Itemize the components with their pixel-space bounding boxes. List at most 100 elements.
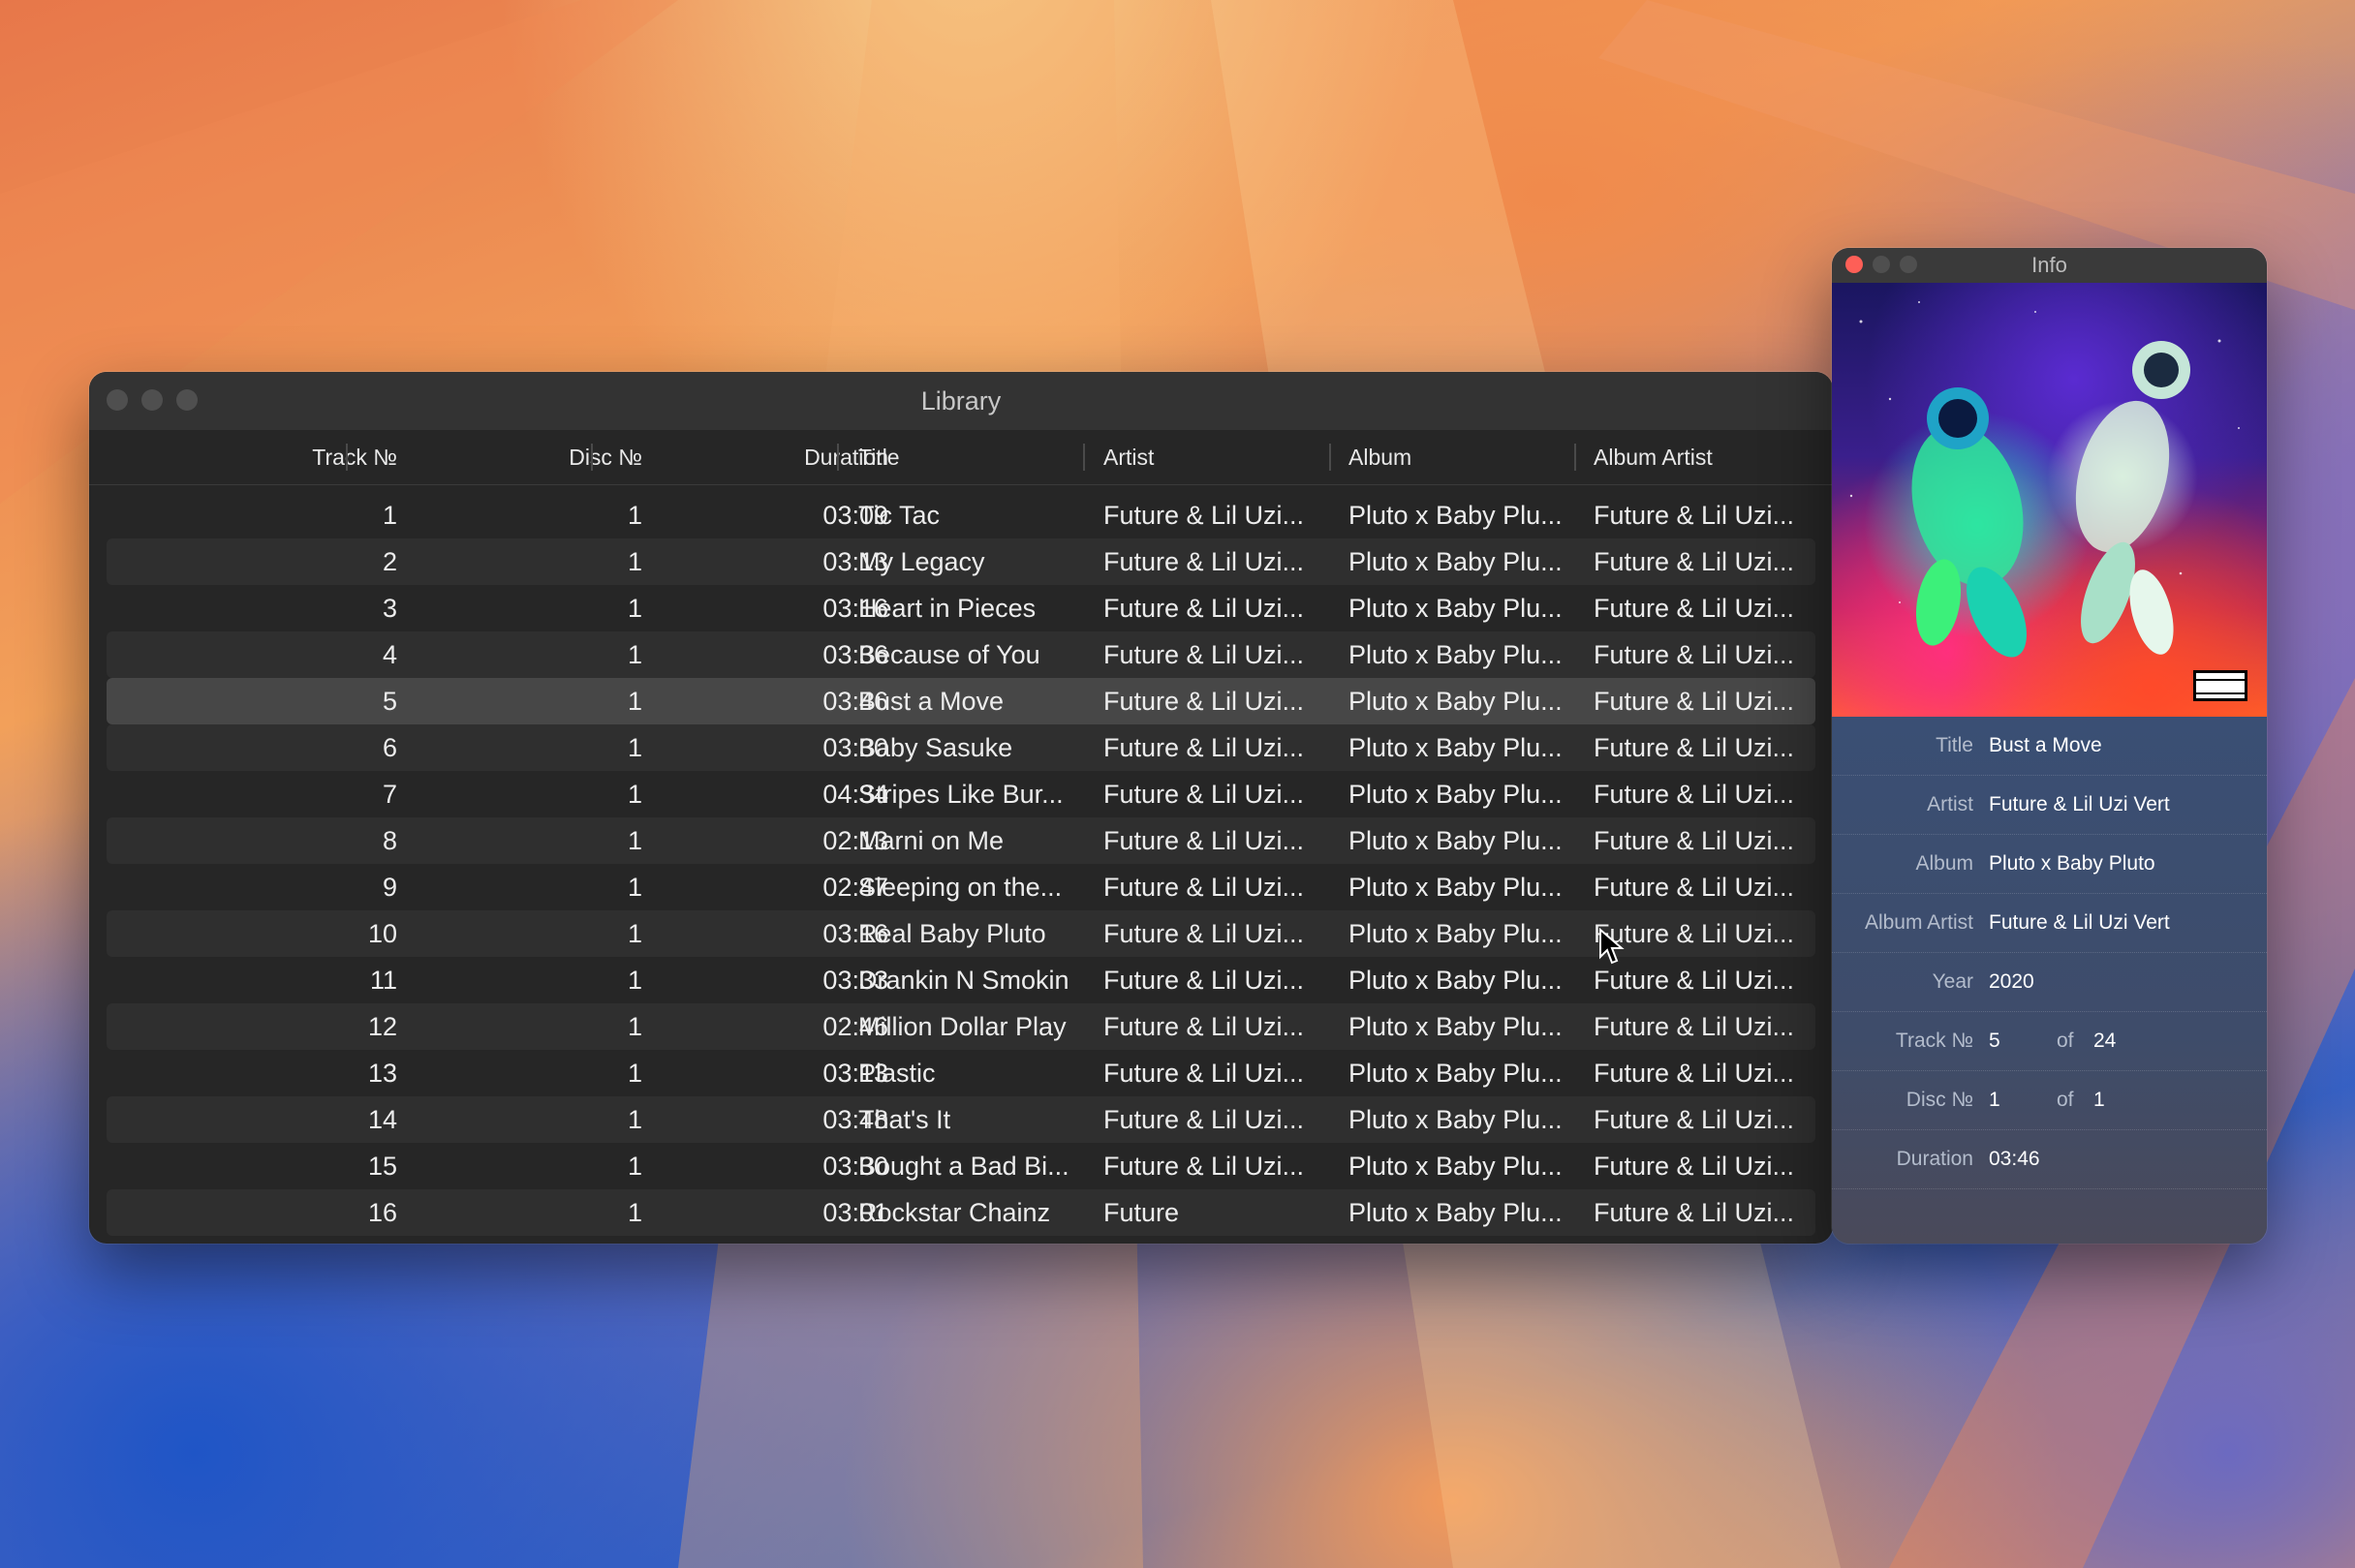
cell-album: Pluto x Baby Plu... [1348, 1105, 1563, 1134]
close-button[interactable] [107, 389, 128, 411]
cell-track: 12 [367, 1012, 397, 1041]
cell-album: Pluto x Baby Plu... [1348, 547, 1563, 576]
cell-track: 7 [382, 780, 397, 809]
table-row[interactable]: 7 1 04:34 Stripes Like Bur... Future & Lil U… [107, 771, 1815, 817]
album-artwork [1832, 283, 2267, 717]
cell-title: Because of You [858, 640, 1040, 669]
cell-album: Pluto x Baby Plu... [1348, 1198, 1563, 1227]
zoom-button[interactable] [1900, 256, 1917, 273]
cell-album-artist: Future & Lil Uzi... [1594, 780, 1795, 809]
library-titlebar[interactable]: Library [89, 372, 1833, 430]
info-field-value[interactable]: Future & Lil Uzi Vert [1989, 776, 2170, 834]
cell-disc: 1 [627, 919, 642, 948]
column-header-title[interactable]: Title [858, 430, 900, 484]
column-header-disc[interactable]: Disc № [569, 430, 642, 484]
cell-track: 9 [382, 873, 397, 902]
cell-disc: 1 [627, 1105, 642, 1134]
cell-track: 3 [382, 594, 397, 623]
cell-title: Heart in Pieces [858, 594, 1037, 623]
cell-track: 2 [382, 547, 397, 576]
column-divider[interactable] [1574, 444, 1576, 471]
cell-album: Pluto x Baby Plu... [1348, 501, 1563, 530]
column-header-album[interactable]: Album [1348, 430, 1411, 484]
column-divider[interactable] [591, 444, 593, 471]
cell-album: Pluto x Baby Plu... [1348, 919, 1563, 948]
info-field-row: Year 2020 [1832, 953, 2267, 1012]
info-field-row: Title Bust a Move [1832, 717, 2267, 776]
table-row[interactable]: 1 1 03:09 Tic Tac Future & Lil Uzi... Pluto x… [107, 492, 1815, 538]
info-field-label: Duration [1896, 1148, 1973, 1170]
info-field-value[interactable]: 5 [1989, 1012, 2000, 1070]
table-row[interactable]: 2 1 03:13 My Legacy Future & Lil Uzi... Pluto… [107, 538, 1815, 585]
cell-album: Pluto x Baby Plu... [1348, 780, 1563, 809]
cell-artist: Future & Lil Uzi... [1103, 733, 1305, 762]
info-field-value[interactable]: 2020 [1989, 953, 2034, 1011]
cell-artist: Future & Lil Uzi... [1103, 966, 1305, 995]
table-row[interactable]: 11 1 03:33 Drankin N Smokin Future & Lil Uzi… [107, 957, 1815, 1003]
cell-track: 1 [382, 501, 397, 530]
cell-album-artist: Future & Lil Uzi... [1594, 547, 1795, 576]
cell-album-artist: Future & Lil Uzi... [1594, 733, 1795, 762]
cell-disc: 1 [627, 1012, 642, 1041]
column-divider[interactable] [346, 444, 348, 471]
info-field-row: Album Artist Future & Lil Uzi Vert [1832, 894, 2267, 953]
table-row[interactable]: 4 1 03:36 Because of You Future & Lil Uzi...… [107, 631, 1815, 678]
info-field-row: Artist Future & Lil Uzi Vert [1832, 776, 2267, 835]
info-field-value[interactable]: 1 [1989, 1071, 2000, 1129]
cell-album-artist: Future & Lil Uzi... [1594, 594, 1795, 623]
minimize-button[interactable] [141, 389, 163, 411]
cell-artist: Future & Lil Uzi... [1103, 1059, 1305, 1088]
cell-disc: 1 [627, 1059, 642, 1088]
column-divider[interactable] [837, 444, 839, 471]
table-row[interactable]: 12 1 02:46 Million Dollar Play Future & Lil … [107, 1003, 1815, 1050]
cell-artist: Future [1103, 1198, 1180, 1227]
cell-album: Pluto x Baby Plu... [1348, 826, 1563, 855]
cell-disc: 1 [627, 640, 642, 669]
table-row[interactable]: 14 1 03:48 That's It Future & Lil Uzi... Plut… [107, 1096, 1815, 1143]
table-row[interactable]: 15 1 03:30 Bought a Bad Bi... Future & Lil U… [107, 1143, 1815, 1189]
info-field-value[interactable]: Bust a Move [1989, 717, 2102, 775]
cell-title: Plastic [858, 1059, 936, 1088]
cell-title: Bust a Move [858, 687, 1005, 716]
zoom-button[interactable] [176, 389, 198, 411]
info-field-label: Year [1932, 970, 1973, 993]
table-row[interactable]: 9 1 02:47 Sleeping on the... Future & Lil Uz… [107, 864, 1815, 910]
info-field-value[interactable]: Future & Lil Uzi Vert [1989, 894, 2170, 952]
cell-album-artist: Future & Lil Uzi... [1594, 1198, 1795, 1227]
info-field-row: Track № 5 of 24 [1832, 1012, 2267, 1071]
table-row[interactable]: 16 1 03:01 Rockstar Chainz Future Pluto x Bab… [107, 1189, 1815, 1236]
cell-artist: Future & Lil Uzi... [1103, 687, 1305, 716]
cell-artist: Future & Lil Uzi... [1103, 1152, 1305, 1181]
column-header-album-artist[interactable]: Album Artist [1594, 430, 1713, 484]
table-row[interactable]: 8 1 02:13 Marni on Me Future & Lil Uzi... Plu… [107, 817, 1815, 864]
table-row[interactable]: 13 1 03:13 Plastic Future & Lil Uzi... Pluto … [107, 1050, 1815, 1096]
column-divider[interactable] [1083, 444, 1085, 471]
cell-title: Baby Sasuke [858, 733, 1013, 762]
cell-album: Pluto x Baby Plu... [1348, 966, 1563, 995]
minimize-button[interactable] [1873, 256, 1890, 273]
table-row[interactable]: 6 1 03:30 Baby Sasuke Future & Lil Uzi... Plu… [107, 724, 1815, 771]
cell-disc: 1 [627, 594, 642, 623]
column-header-artist[interactable]: Artist [1103, 430, 1154, 484]
close-button[interactable] [1845, 256, 1863, 273]
cell-track: 13 [367, 1059, 397, 1088]
column-header-track[interactable]: Track № [312, 430, 397, 484]
info-field-value[interactable]: 03:46 [1989, 1130, 2040, 1188]
info-field-of-label: of [2057, 1089, 2074, 1111]
cell-artist: Future & Lil Uzi... [1103, 594, 1305, 623]
info-titlebar[interactable]: Info [1832, 248, 2267, 283]
cell-album-artist: Future & Lil Uzi... [1594, 873, 1795, 902]
cell-title: Stripes Like Bur... [858, 780, 1064, 809]
info-field-total[interactable]: 1 [2093, 1071, 2105, 1129]
info-field-label: Album [1915, 852, 1973, 875]
cell-track: 14 [367, 1105, 397, 1134]
column-divider[interactable] [1329, 444, 1331, 471]
info-field-total[interactable]: 24 [2093, 1012, 2116, 1070]
table-row-selected[interactable]: 5 1 03:46 Bust a Move Future & Lil Uzi... Plu… [107, 678, 1815, 724]
table-row[interactable]: 10 1 03:16 Real Baby Pluto Future & Lil Uzi.… [107, 910, 1815, 957]
cell-album-artist: Future & Lil Uzi... [1594, 1059, 1795, 1088]
table-row[interactable]: 3 1 03:16 Heart in Pieces Future & Lil Uzi..… [107, 585, 1815, 631]
cell-title: Marni on Me [858, 826, 1005, 855]
info-field-value[interactable]: Pluto x Baby Pluto [1989, 835, 2155, 893]
cell-artist: Future & Lil Uzi... [1103, 919, 1305, 948]
